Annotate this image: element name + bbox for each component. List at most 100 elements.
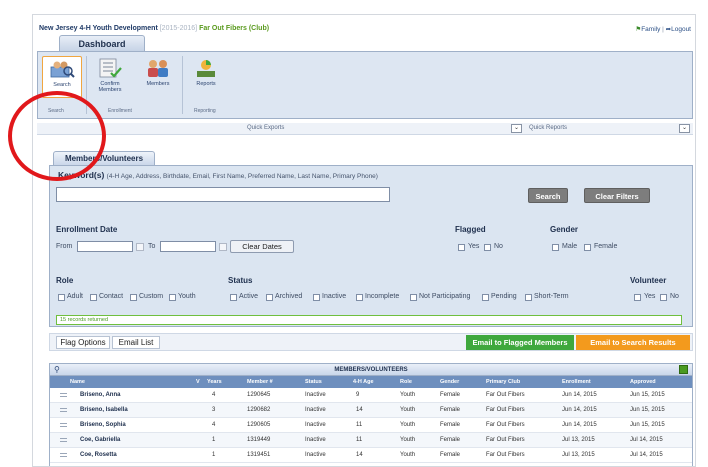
clear-dates-button[interactable]: Clear Dates [230,240,294,253]
cell-years: 4 [212,392,216,398]
role-custom-checkbox[interactable] [130,294,137,301]
cell-status: Inactive [305,437,326,443]
clear-filters-button[interactable]: Clear Filters [584,188,650,203]
cell-role: Youth [400,422,416,428]
status-not-participating-label: Not Participating [419,293,471,300]
cell-4h-age: 14 [356,452,363,458]
flagged-heading: Flagged [455,225,486,234]
quick-reports-label[interactable]: Quick Reports [529,125,567,131]
status-pending-checkbox[interactable] [482,294,489,301]
status-short-term-label: Short-Term [534,293,569,300]
red-circle-annotation [8,91,106,181]
flagged-no-checkbox[interactable] [484,244,491,251]
status-short-term-checkbox[interactable] [525,294,532,301]
col-v[interactable]: V [196,379,200,385]
table-row[interactable]: Briseno, Anna 4 1290645 Inactive 9 Youth… [50,388,692,403]
col-approved[interactable]: Approved [630,379,656,385]
col-gender[interactable]: Gender [440,379,459,385]
keyword-input[interactable] [56,187,390,202]
flagged-no-label: No [494,243,503,250]
quick-exports-label[interactable]: Quick Exports [247,125,284,131]
flag-options-button[interactable]: Flag Options [56,336,110,349]
gender-male-checkbox[interactable] [552,244,559,251]
cell-4h-age: 14 [356,407,363,413]
col-4h-age[interactable]: 4-H Age [353,379,374,385]
col-status[interactable]: Status [305,379,322,385]
cell-approved: Jul 14, 2015 [630,437,663,443]
status-active-checkbox[interactable] [230,294,237,301]
col-role[interactable]: Role [400,379,412,385]
status-heading: Status [228,276,253,285]
family-link[interactable]: Family [641,26,660,33]
table-row[interactable]: Coe, Gabriella 1 1319449 Inactive 11 You… [50,433,692,448]
cell-gender: Female [440,407,461,413]
status-inactive-checkbox[interactable] [313,294,320,301]
members-grid: ⚲ MEMBERS/VOLUNTEERS Name V Years Member… [49,363,693,466]
status-not-participating-checkbox[interactable] [410,294,417,301]
enrollment-date-heading: Enrollment Date [56,225,118,234]
cell-member-number: 1319449 [247,437,271,443]
email-flagged-members-button[interactable]: Email to Flagged Members [466,335,574,350]
table-row[interactable]: Briseno, Isabella 3 1290682 Inactive 14 … [50,403,692,418]
col-name[interactable]: Name [70,379,85,385]
table-row[interactable]: Coe, Rosetta 1 1319451 Inactive 14 Youth… [50,448,692,463]
status-incomplete-checkbox[interactable] [356,294,363,301]
col-primary-club[interactable]: Primary Club [486,379,520,385]
quick-reports-dropdown[interactable]: ⌄ [679,124,690,133]
cell-gender: Female [440,392,461,398]
volunteer-no-checkbox[interactable] [660,294,667,301]
col-years[interactable]: Years [207,379,222,385]
cell-4h-age: 11 [356,422,363,428]
from-date-input[interactable] [77,241,133,252]
group-label-enrollment: Enrollment [108,108,132,114]
row-handle-icon [60,393,67,397]
reports-tool-button[interactable]: Reports [186,56,226,98]
status-archived-checkbox[interactable] [266,294,273,301]
cell-name: Coe, Rosetta [80,452,117,458]
group-label-reporting: Reporting [194,108,216,114]
chevron-down-icon: ⌄ [681,125,688,131]
col-enrollment[interactable]: Enrollment [562,379,591,385]
role-adult-label: Adult [67,293,83,300]
cell-enrollment: Jun 14, 2015 [562,392,597,398]
gender-female-checkbox[interactable] [584,244,591,251]
volunteer-yes-checkbox[interactable] [634,294,641,301]
search-people-icon [50,61,75,78]
tab-dashboard[interactable]: Dashboard [59,35,145,51]
role-contact-checkbox[interactable] [90,294,97,301]
role-adult-checkbox[interactable] [58,294,65,301]
volunteer-yes-label: Yes [644,293,656,300]
logout-link[interactable]: Logout [671,26,691,33]
calendar-icon[interactable] [136,243,144,251]
cell-approved: Jun 15, 2015 [630,407,665,413]
quick-exports-dropdown[interactable]: ⌄ [511,124,522,133]
email-list-button[interactable]: Email List [112,336,160,349]
role-youth-checkbox[interactable] [169,294,176,301]
table-row[interactable]: Briseno, Sophia 4 1290605 Inactive 11 Yo… [50,418,692,433]
flagged-yes-checkbox[interactable] [458,244,465,251]
volunteer-no-label: No [670,293,679,300]
cell-enrollment: Jul 13, 2015 [562,452,595,458]
members-tool-button[interactable]: Members [138,56,178,98]
status-pending-label: Pending [491,293,517,300]
gender-male-label: Male [562,243,578,250]
club-name[interactable]: Far Out Fibers (Club) [199,25,269,32]
confirm-members-button[interactable]: Confirm Members [90,56,130,98]
cell-primary-club: Far Out Fibers [486,392,525,398]
grid-column-headers: Name V Years Member # Status 4-H Age Rol… [50,376,692,388]
to-date-input[interactable] [160,241,216,252]
search-button[interactable]: Search [528,188,568,203]
cell-primary-club: Far Out Fibers [486,437,525,443]
col-member-number[interactable]: Member # [247,379,273,385]
row-handle-icon [60,408,67,412]
top-links: ⚑Family | ➦Logout [635,26,691,33]
cell-member-number: 1290605 [247,422,271,428]
cell-role: Youth [400,452,416,458]
export-excel-icon[interactable] [679,365,688,374]
cell-enrollment: Jun 14, 2015 [562,422,597,428]
records-returned-status: 15 records returned [56,315,682,325]
cell-role: Youth [400,437,416,443]
email-search-results-button[interactable]: Email to Search Results [576,335,690,350]
status-inactive-label: Inactive [322,293,347,300]
calendar-icon[interactable] [219,243,227,251]
